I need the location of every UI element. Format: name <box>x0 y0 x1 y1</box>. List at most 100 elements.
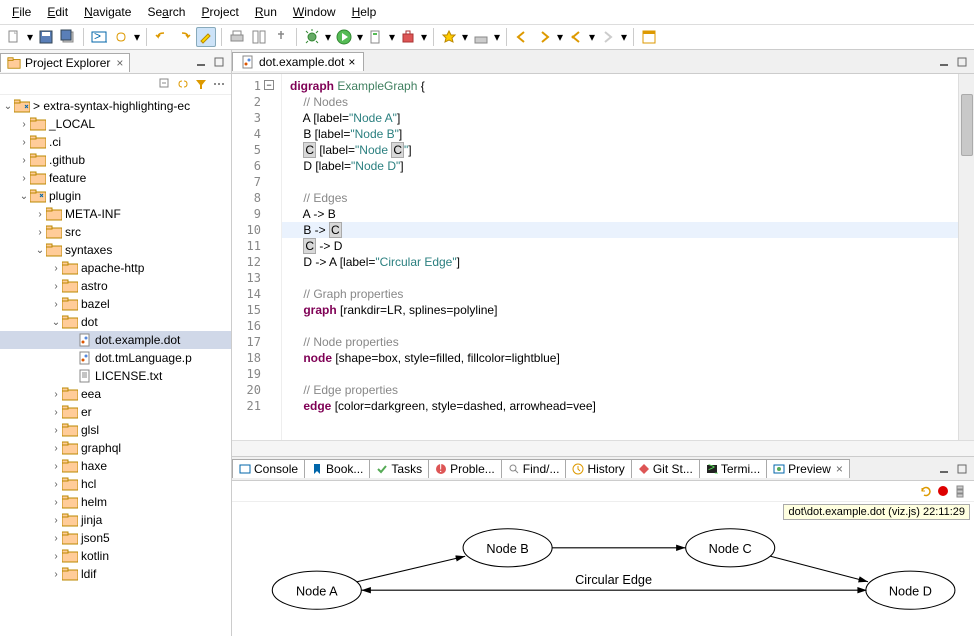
tree-item: bazel <box>81 297 110 311</box>
menu-project[interactable]: Project <box>193 2 246 22</box>
save-button[interactable] <box>36 27 56 47</box>
svg-text:!: ! <box>439 463 442 475</box>
perspective-button[interactable] <box>639 27 659 47</box>
link-dropdown[interactable]: ▾ <box>133 30 141 44</box>
editor-area[interactable]: − 123456789101112131415161718192021 digr… <box>232 74 974 440</box>
close-icon[interactable]: × <box>836 462 843 476</box>
new-dropdown[interactable]: ▾ <box>26 30 34 44</box>
close-tab-icon[interactable]: × <box>348 55 355 69</box>
wiz-dropdown[interactable]: ▾ <box>461 30 469 44</box>
editor-tab[interactable]: dot.example.dot × <box>232 52 364 71</box>
tab-history[interactable]: History <box>565 459 631 478</box>
settings-icon[interactable] <box>952 483 968 499</box>
build-button[interactable] <box>471 27 491 47</box>
record-icon[interactable] <box>938 486 948 496</box>
view-menu-icon[interactable] <box>211 76 227 92</box>
menu-file[interactable]: File <box>4 2 39 22</box>
minimize-editor-icon[interactable] <box>936 54 952 70</box>
folder-icon <box>62 477 78 491</box>
new-button[interactable] <box>4 27 24 47</box>
tree-item: kotlin <box>81 549 109 563</box>
project-explorer-tab[interactable]: Project Explorer × <box>0 53 130 72</box>
tree-item: META-INF <box>65 207 121 221</box>
tab-console[interactable]: Console <box>232 459 305 478</box>
pin-button[interactable] <box>271 27 291 47</box>
run-button[interactable] <box>334 27 354 47</box>
menu-navigate[interactable]: Navigate <box>76 2 139 22</box>
tab-problems[interactable]: !Proble... <box>428 459 502 478</box>
last-edit-button[interactable] <box>566 27 586 47</box>
new-wizard-button[interactable] <box>439 27 459 47</box>
tree-item: LICENSE.txt <box>95 369 162 383</box>
maximize-icon[interactable] <box>211 54 227 70</box>
coverage-dropdown[interactable]: ▾ <box>388 30 396 44</box>
tab-gitstaging[interactable]: Git St... <box>631 459 700 478</box>
bottom-tabstrip: Console Book... Tasks !Proble... Find/..… <box>232 457 974 481</box>
redo-button[interactable] <box>174 27 194 47</box>
save-all-button[interactable] <box>58 27 78 47</box>
project-tree[interactable]: ⌄> extra-syntax-highlighting-ec ›_LOCAL … <box>0 95 231 636</box>
bookmark-icon <box>311 463 323 475</box>
tree-item: dot.example.dot <box>95 333 180 347</box>
tree-item: ldif <box>81 567 96 581</box>
print-button[interactable] <box>227 27 247 47</box>
build-dropdown[interactable]: ▾ <box>493 30 501 44</box>
tree-item: syntaxes <box>65 243 112 257</box>
menu-edit[interactable]: Edit <box>39 2 76 22</box>
editor-vscrollbar[interactable] <box>958 74 974 440</box>
tree-item: feature <box>49 171 86 185</box>
tab-preview[interactable]: Preview× <box>766 459 850 478</box>
git-icon <box>638 463 650 475</box>
folder-icon <box>62 261 78 275</box>
back-button[interactable] <box>512 27 532 47</box>
highlight-button[interactable] <box>196 27 216 47</box>
ext-tools-button[interactable] <box>398 27 418 47</box>
last-dropdown[interactable]: ▾ <box>588 30 596 44</box>
compare-button[interactable] <box>249 27 269 47</box>
fwd2-dropdown[interactable]: ▾ <box>620 30 628 44</box>
close-icon[interactable]: × <box>116 56 123 70</box>
maximize-editor-icon[interactable] <box>954 54 970 70</box>
menu-search[interactable]: Search <box>139 2 193 22</box>
undo-button[interactable] <box>152 27 172 47</box>
tab-find[interactable]: Find/... <box>501 459 567 478</box>
tree-item: haxe <box>81 459 107 473</box>
dot-file-icon <box>241 55 255 69</box>
code-content[interactable]: digraph ExampleGraph { // Nodes A [label… <box>282 74 958 440</box>
menu-help[interactable]: Help <box>344 2 385 22</box>
menu-run[interactable]: Run <box>247 2 285 22</box>
tab-terminal[interactable]: >_Termi... <box>699 459 767 478</box>
selected-file[interactable]: dot.example.dot <box>0 331 231 349</box>
run-dropdown[interactable]: ▾ <box>356 30 364 44</box>
tree-item: astro <box>81 279 108 293</box>
forward-button[interactable] <box>534 27 554 47</box>
tab-tasks[interactable]: Tasks <box>369 459 429 478</box>
filter-icon[interactable] <box>193 76 209 92</box>
fold-minus-icon[interactable]: − <box>264 80 274 90</box>
folder-icon <box>62 513 78 527</box>
terminal-button[interactable]: >_ <box>89 27 109 47</box>
tree-item: helm <box>81 495 107 509</box>
file-icon <box>78 351 92 365</box>
nav-dropdown[interactable]: ▾ <box>556 30 564 44</box>
collapse-all-icon[interactable] <box>157 76 173 92</box>
link-editor-button[interactable] <box>111 27 131 47</box>
refresh-icon[interactable] <box>918 483 934 499</box>
debug-button[interactable] <box>302 27 322 47</box>
tab-bookmarks[interactable]: Book... <box>304 459 370 478</box>
maximize-bottom-icon[interactable] <box>954 461 970 477</box>
tree-item: eea <box>81 387 101 401</box>
editor-hscrollbar[interactable] <box>232 440 974 456</box>
link-with-editor-icon[interactable] <box>175 76 191 92</box>
search-icon <box>508 463 520 475</box>
minimize-bottom-icon[interactable] <box>936 461 952 477</box>
ext-dropdown[interactable]: ▾ <box>420 30 428 44</box>
minimize-icon[interactable] <box>193 54 209 70</box>
forward2-button[interactable] <box>598 27 618 47</box>
folder-icon <box>62 531 78 545</box>
coverage-button[interactable] <box>366 27 386 47</box>
folder-icon <box>46 207 62 221</box>
debug-dropdown[interactable]: ▾ <box>324 30 332 44</box>
menu-window[interactable]: Window <box>285 2 344 22</box>
tasks-icon <box>376 463 388 475</box>
